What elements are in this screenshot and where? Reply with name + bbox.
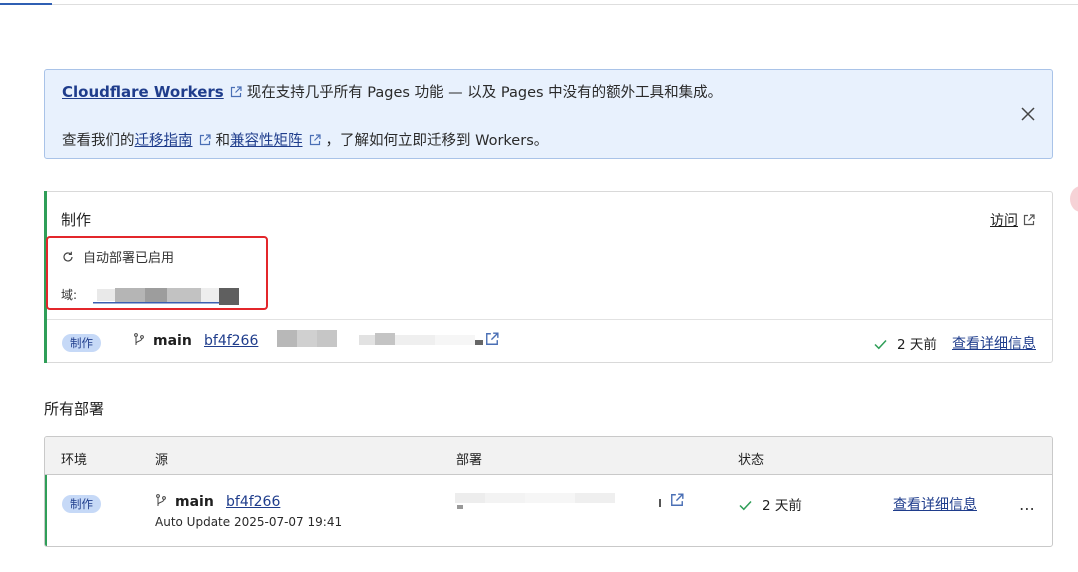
notice-line-2: 查看我们的迁移指南 和兼容性矩阵 ，了解如何立即迁移到 Workers。 bbox=[62, 129, 548, 150]
visit-link[interactable]: 访问 bbox=[990, 210, 1035, 230]
top-divider bbox=[0, 4, 1078, 5]
all-deployments-title: 所有部署 bbox=[44, 400, 105, 418]
production-title: 制作 bbox=[61, 211, 92, 229]
compatibility-matrix-link[interactable]: 兼容性矩阵 bbox=[230, 133, 303, 149]
check-icon bbox=[874, 339, 887, 350]
git-branch-icon bbox=[134, 333, 144, 345]
visit-label[interactable]: 访问 bbox=[990, 213, 1018, 229]
notice-line-1-text: 现在支持几乎所有 Pages 功能 — 以及 Pages 中没有的额外工具和集成… bbox=[246, 85, 723, 101]
active-tab-indicator bbox=[0, 3, 52, 5]
external-link-icon bbox=[230, 86, 242, 98]
table-row: 制作 main bf4f266 Auto Update 2025-07-07 1… bbox=[45, 475, 1052, 546]
close-icon[interactable] bbox=[1020, 106, 1036, 122]
branch-name: main bbox=[155, 494, 214, 510]
deployment-url-redacted bbox=[455, 493, 661, 509]
git-branch-icon bbox=[156, 494, 166, 506]
commit-hash-link[interactable]: bf4f266 bbox=[204, 333, 258, 349]
external-link-icon bbox=[309, 134, 321, 146]
highlight-annotation bbox=[46, 236, 268, 310]
notice-line-1: Cloudflare Workers 现在支持几乎所有 Pages 功能 — 以及… bbox=[62, 81, 722, 102]
environment-badge: 制作 bbox=[62, 495, 101, 513]
migration-guide-link[interactable]: 迁移指南 bbox=[135, 133, 193, 149]
notice-and-text: 和 bbox=[215, 133, 231, 149]
auto-update-text: Auto Update 2025-07-07 19:41 bbox=[155, 515, 343, 529]
column-status: 状态 bbox=[738, 453, 765, 468]
column-source: 源 bbox=[155, 453, 169, 468]
cloudflare-workers-link[interactable]: Cloudflare Workers bbox=[62, 83, 224, 101]
commit-hash-link[interactable]: bf4f266 bbox=[226, 494, 280, 510]
view-details-link[interactable]: 查看详细信息 bbox=[893, 494, 977, 514]
external-link-icon[interactable] bbox=[670, 493, 684, 507]
status-label: 2 天前 bbox=[762, 498, 802, 514]
column-deployment: 部署 bbox=[456, 453, 483, 468]
avatar-edge bbox=[1070, 186, 1078, 212]
row-status-bar bbox=[45, 475, 47, 546]
more-icon[interactable]: ⋯ bbox=[1019, 499, 1035, 518]
deployment-status: 2 天前 bbox=[739, 494, 802, 514]
branch-label: main bbox=[153, 333, 192, 349]
table-header: 环境 源 部署 状态 bbox=[45, 437, 1052, 475]
external-link-icon bbox=[199, 134, 211, 146]
deployments-table: 环境 源 部署 状态 制作 main bf4f266 Auto Update 2… bbox=[44, 436, 1053, 547]
status-label: 2 天前 bbox=[897, 337, 937, 353]
check-icon bbox=[739, 500, 752, 511]
external-link-icon bbox=[1023, 214, 1035, 226]
external-link-icon[interactable] bbox=[485, 332, 499, 346]
notice-line-2-suffix: ，了解如何立即迁移到 Workers。 bbox=[325, 133, 549, 149]
workers-notice-banner: Cloudflare Workers 现在支持几乎所有 Pages 功能 — 以及… bbox=[44, 69, 1053, 159]
column-environment: 环境 bbox=[61, 453, 88, 468]
notice-line-2-prefix: 查看我们的 bbox=[62, 133, 135, 149]
production-deployment-row: 制作 main bf4f266 2 天前 查看详细信息 bbox=[45, 320, 1052, 363]
deployment-status: 2 天前 bbox=[874, 333, 937, 353]
deployment-url-redacted bbox=[277, 330, 483, 347]
environment-badge: 制作 bbox=[62, 334, 101, 352]
branch-name: main bbox=[133, 333, 192, 349]
view-details-link[interactable]: 查看详细信息 bbox=[952, 333, 1036, 353]
branch-label: main bbox=[175, 494, 214, 510]
